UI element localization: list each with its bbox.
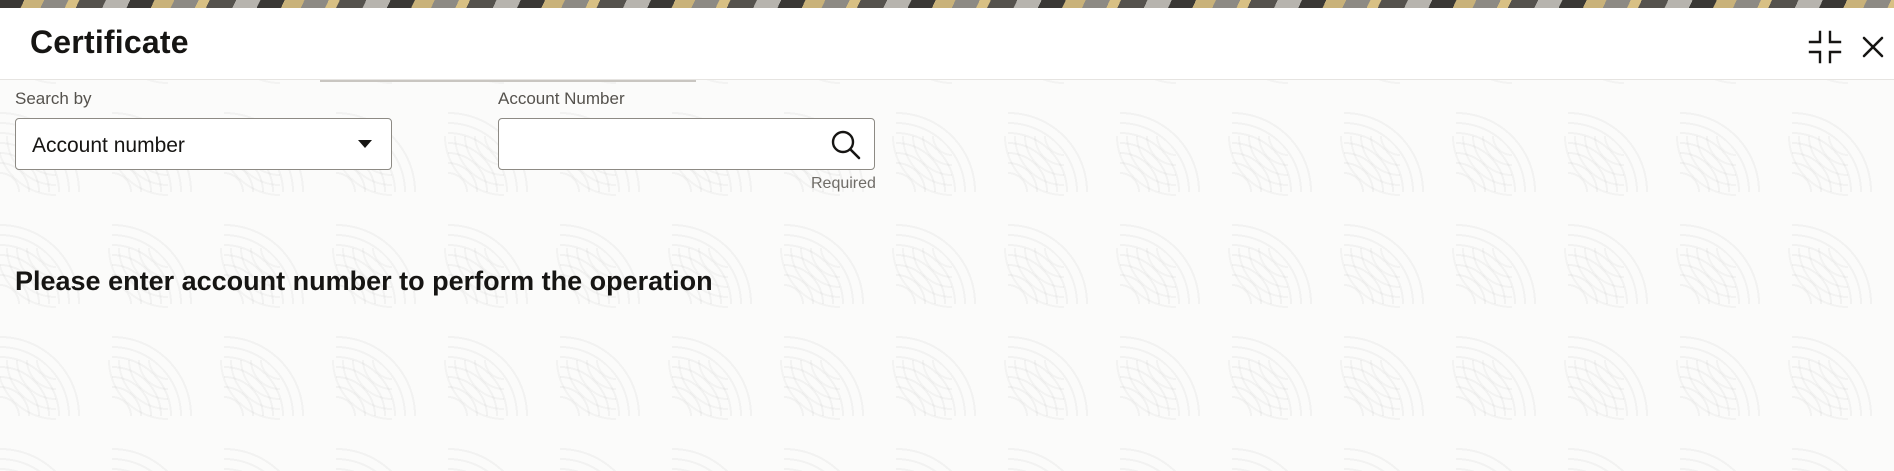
account-number-input[interactable] xyxy=(511,127,825,163)
account-number-label: Account Number xyxy=(498,89,625,108)
search-by-label: Search by xyxy=(15,89,92,108)
close-button[interactable] xyxy=(1856,30,1890,64)
dialog-header: Certificate xyxy=(0,8,1894,80)
minimize-button[interactable] xyxy=(1808,30,1842,64)
search-by-value: Account number xyxy=(32,134,185,157)
minimize-icon xyxy=(1808,30,1842,64)
account-number-field xyxy=(498,118,875,170)
search-button[interactable] xyxy=(830,129,862,161)
divider xyxy=(320,80,696,82)
search-by-select[interactable]: Account number xyxy=(15,118,392,170)
dialog-content: Search by Account number Account Number … xyxy=(0,80,1894,471)
caret-down-icon xyxy=(358,140,372,148)
required-hint: Required xyxy=(811,175,876,192)
instruction-message: Please enter account number to perform t… xyxy=(15,266,713,296)
search-icon xyxy=(831,130,861,160)
close-icon xyxy=(1862,36,1884,58)
dialog-title: Certificate xyxy=(30,24,189,60)
top-banner-strip xyxy=(0,0,1894,8)
